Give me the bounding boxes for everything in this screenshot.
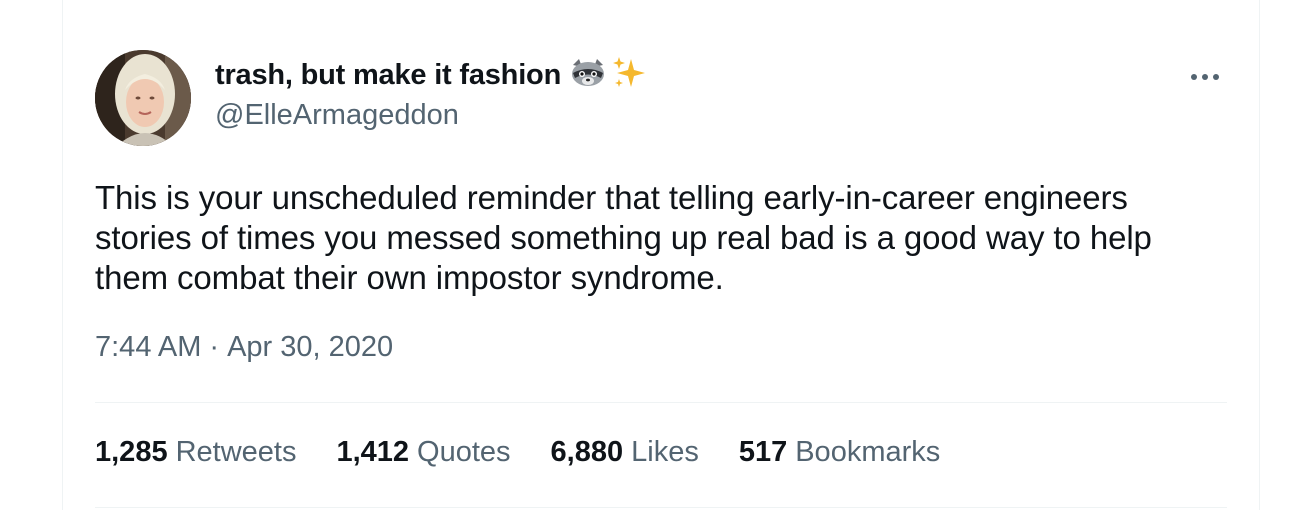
timestamp-separator: · [209, 331, 220, 363]
tweet-time[interactable]: 7:44 AM [95, 331, 201, 364]
tweet-text: This is your unscheduled reminder that t… [95, 179, 1152, 296]
author-names: trash, but make it fashion @ElleArmagedd… [215, 55, 647, 135]
retweets-count: 1,285 [95, 436, 168, 468]
left-border [62, 0, 63, 510]
right-border [1259, 0, 1260, 510]
bookmarks-stat[interactable]: 517 Bookmarks [739, 436, 940, 469]
quotes-count: 1,412 [336, 436, 410, 468]
quotes-label: Quotes [417, 436, 511, 468]
likes-stat[interactable]: 6,880 Likes [551, 436, 699, 469]
bookmarks-label: Bookmarks [795, 436, 941, 468]
tweet-page: trash, but make it fashion @ElleArmagedd… [0, 0, 1296, 510]
retweets-stat[interactable]: 1,285 Retweets [95, 436, 296, 469]
display-name[interactable]: trash, but make it fashion [215, 59, 561, 92]
likes-label: Likes [631, 436, 699, 468]
divider [95, 402, 1227, 403]
display-name-row[interactable]: trash, but make it fashion [215, 55, 647, 95]
handle[interactable]: @ElleArmageddon [215, 95, 647, 135]
timestamp[interactable]: 7:44 AM · Apr 30, 2020 [95, 331, 393, 364]
engagement-stats: 1,285 Retweets 1,412 Quotes 6,880 Likes … [95, 436, 980, 469]
quotes-stat[interactable]: 1,412 Quotes [336, 436, 510, 469]
tweet-card: trash, but make it fashion @ElleArmagedd… [95, 0, 1227, 510]
sparkles-icon [611, 55, 647, 96]
more-dots-icon [1191, 74, 1219, 80]
bookmarks-count: 517 [738, 436, 788, 468]
divider-bottom [95, 507, 1227, 508]
likes-count: 6,880 [550, 436, 624, 468]
more-options-button[interactable] [1185, 62, 1225, 92]
tweet-date[interactable]: Apr 30, 2020 [227, 331, 393, 364]
raccoon-icon [569, 57, 607, 94]
retweets-label: Retweets [175, 436, 297, 468]
avatar[interactable] [95, 50, 191, 146]
